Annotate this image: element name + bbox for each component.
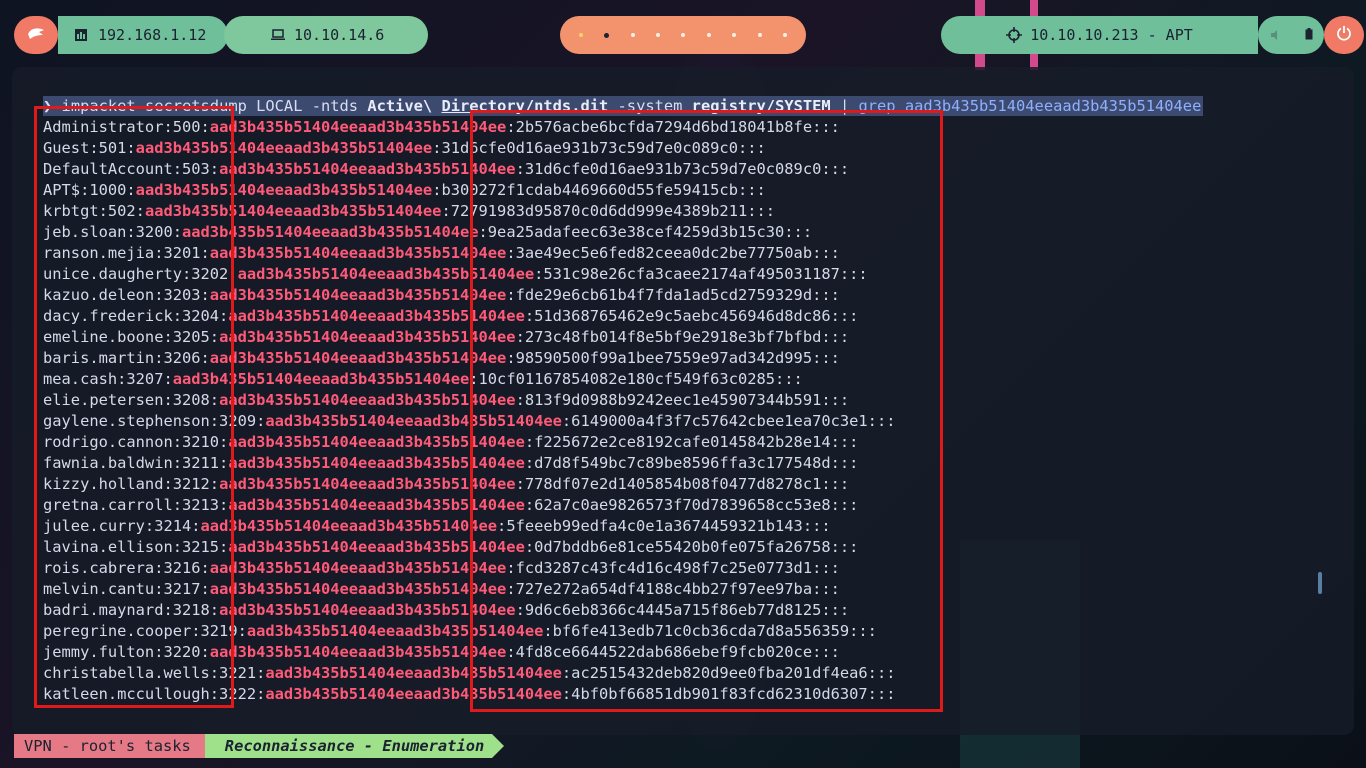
workspace-3[interactable] (630, 33, 635, 37)
volume-muted-icon[interactable] (1270, 26, 1282, 44)
target-widget[interactable]: 10.10.10.213 - APT (941, 16, 1258, 54)
workspace-2[interactable] (604, 32, 610, 38)
lm-hash: aad3b435b51404eeaad3b435b51404ee (209, 643, 507, 661)
workspace-5[interactable] (681, 33, 686, 37)
vpn-ip-widget: 10.10.14.6 (224, 16, 428, 54)
lm-hash: aad3b435b51404eeaad3b435b51404ee (209, 349, 507, 367)
vpn-ip-text: 10.10.14.6 (294, 26, 385, 44)
local-ip-widget: 192.168.1.12 (58, 16, 228, 54)
terminal-scrollbar[interactable] (1318, 572, 1322, 594)
power-icon (1336, 25, 1352, 45)
system-status (1258, 16, 1324, 54)
dragon-logo-icon (27, 26, 45, 44)
lm-hash: aad3b435b51404eeaad3b435b51404ee (209, 244, 507, 262)
workspace-6[interactable] (706, 33, 711, 37)
lm-hash: aad3b435b51404eeaad3b435b51404ee (200, 517, 498, 535)
workspace-9[interactable] (783, 33, 788, 37)
menu-logo-button[interactable] (14, 16, 58, 54)
session-label[interactable]: VPN - root's tasks (14, 734, 217, 758)
annotation-box-nt-hashes (470, 110, 943, 712)
battery-icon (1305, 26, 1313, 44)
power-button[interactable] (1324, 16, 1364, 54)
workspace-1[interactable] (578, 33, 583, 37)
workspace-8[interactable] (757, 33, 762, 37)
workspace-7[interactable] (732, 33, 737, 37)
lm-hash: aad3b435b51404eeaad3b435b51404ee (209, 580, 507, 598)
workspace-switcher[interactable] (560, 16, 806, 54)
local-ip-text: 192.168.1.12 (98, 26, 207, 44)
workspace-4[interactable] (656, 33, 661, 37)
tmux-status-bar: VPN - root's tasks Reconnaissance - Enum… (0, 734, 505, 758)
lm-hash: aad3b435b51404eeaad3b435b51404ee (209, 559, 507, 577)
crosshair-icon (1006, 27, 1023, 43)
target-text: 10.10.10.213 - APT (1030, 26, 1193, 44)
annotation-box-usernames (34, 106, 234, 708)
lm-hash: aad3b435b51404eeaad3b435b51404ee (209, 118, 507, 136)
network-icon (74, 28, 88, 42)
window-label[interactable]: Reconnaissance - Enumeration (204, 734, 505, 758)
lm-hash: aad3b435b51404eeaad3b435b51404ee (209, 286, 507, 304)
laptop-icon (270, 29, 286, 41)
